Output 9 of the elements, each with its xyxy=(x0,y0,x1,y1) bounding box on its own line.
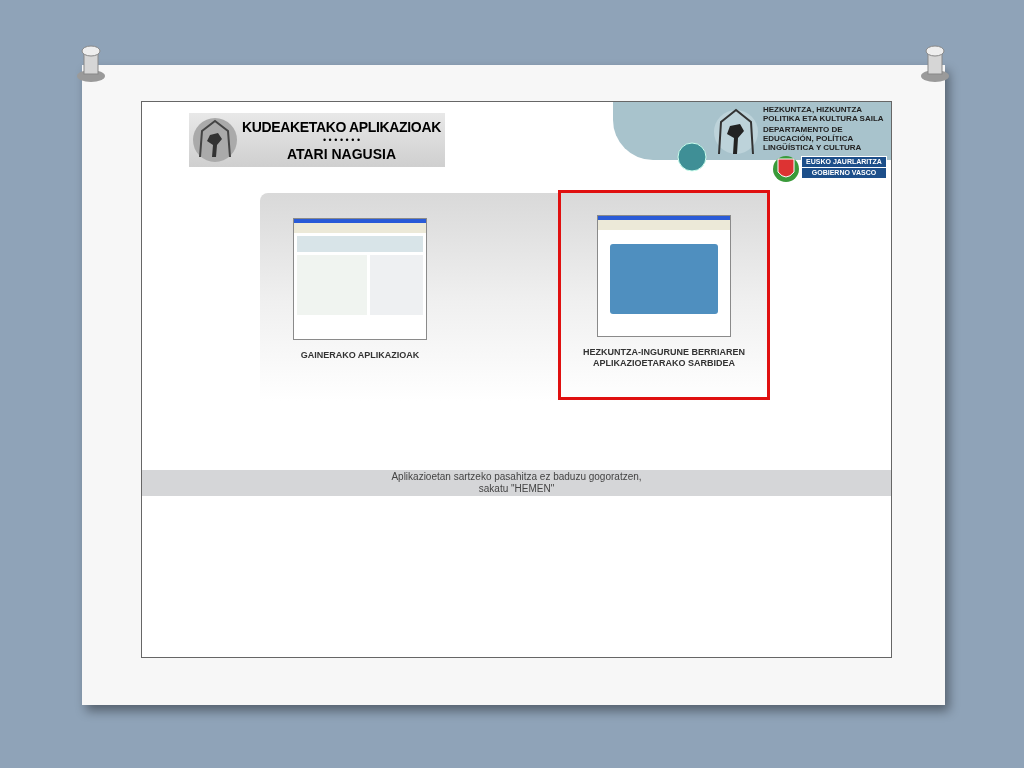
application-option[interactable]: HEZKUNTZA-INGURUNE BERRIAREN APLIKAZIOETARAKO SARBIDEA xyxy=(558,190,770,400)
portal-subtitle: ATARI NAGUSIA xyxy=(286,146,397,161)
notice-text: Aplikazioetan sartzeko pasahitza ez baduzu gogoratzen, xyxy=(391,471,642,483)
department-name-basque: HEZKUNTZA, HIZKUNTZA POLITIKA ETA KULTURA SAILA xyxy=(763,105,885,123)
department-name-spanish: DEPARTAMENTO DE EDUCACIÓN, POLÍTICA LINGÜÍSTICA Y CULTURA xyxy=(763,125,863,152)
application-option[interactable]: GAINERAKO APLIKAZIOAK xyxy=(260,193,460,401)
password-reminder-link[interactable]: sakatu "HEMEN" xyxy=(478,483,555,495)
title-separator: • • • • • • • xyxy=(322,135,361,145)
portal-title: KUDEAKETAKO APLIKAZIOAK xyxy=(242,119,441,134)
